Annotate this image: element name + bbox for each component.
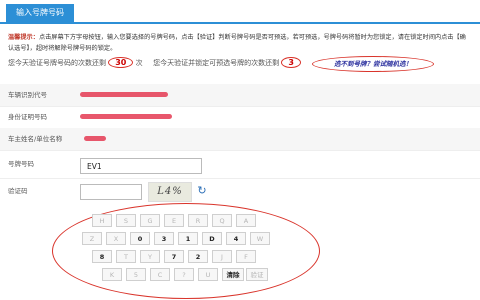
- id-redacted: [80, 114, 172, 119]
- notice-lead: 温馨提示：: [8, 34, 39, 41]
- keypad-key[interactable]: Q: [212, 214, 232, 227]
- captcha-image: L4%: [148, 182, 192, 202]
- captcha-label: 验证码: [8, 187, 28, 195]
- verify-count-prefix: 您今天验证号牌号码的次数还剩: [8, 58, 106, 67]
- tab-plate-input[interactable]: 输入号牌号码: [6, 4, 74, 22]
- keypad-key[interactable]: Y: [140, 250, 160, 263]
- plate-row: 号牌号码: [0, 150, 480, 179]
- owner-label: 车主姓名/单位名称: [8, 135, 63, 143]
- vin-row: 车辆识别代号: [0, 84, 480, 107]
- keypad-key[interactable]: 验证: [246, 268, 268, 281]
- keypad-key[interactable]: D: [202, 232, 222, 245]
- keypad-key[interactable]: 8: [92, 250, 112, 263]
- notice-body: 点击屏幕下方字母按钮，输入您要选择的号牌号码，点击【验证】判断号牌号码是否可预选…: [8, 34, 466, 52]
- keypad-key[interactable]: J: [212, 250, 232, 263]
- keypad-key[interactable]: 清除: [222, 268, 244, 281]
- keypad-key[interactable]: 5: [126, 268, 146, 281]
- id-label: 身份证明号码: [8, 113, 47, 121]
- keypad-key[interactable]: X: [106, 232, 126, 245]
- id-row: 身份证明号码: [0, 106, 480, 129]
- keypad-key[interactable]: E: [164, 214, 184, 227]
- refresh-icon[interactable]: ↻: [196, 185, 208, 197]
- lock-count-prefix: 您今天验证并锁定可预选号牌的次数还剩: [153, 58, 280, 67]
- keypad-key[interactable]: 4: [226, 232, 246, 245]
- keypad-key[interactable]: Z: [82, 232, 102, 245]
- keypad-key[interactable]: 0: [130, 232, 150, 245]
- keypad-key[interactable]: C: [150, 268, 170, 281]
- plate-number-input[interactable]: EV1: [80, 158, 202, 174]
- keypad-key[interactable]: 2: [188, 250, 208, 263]
- plate-label: 号牌号码: [8, 160, 34, 168]
- keypad-key[interactable]: W: [250, 232, 270, 245]
- keypad-key[interactable]: 7: [164, 250, 184, 263]
- keypad-key[interactable]: R: [188, 214, 208, 227]
- keypad-key[interactable]: 1: [178, 232, 198, 245]
- verify-count-value: 30: [108, 57, 134, 68]
- verify-count-suffix: 次: [135, 58, 143, 67]
- keypad-key[interactable]: U: [198, 268, 218, 281]
- page-header: 输入号牌号码: [0, 0, 480, 24]
- keypad-key[interactable]: S: [116, 214, 136, 227]
- keypad-key[interactable]: F: [236, 250, 256, 263]
- owner-redacted: [84, 136, 106, 141]
- notice-text: 温馨提示：点击屏幕下方字母按钮，输入您要选择的号牌号码，点击【验证】判断号牌号码…: [8, 32, 472, 54]
- captcha-input[interactable]: [80, 184, 142, 200]
- keypad-key[interactable]: K: [102, 268, 122, 281]
- random-select-banner[interactable]: 选不到号牌？尝试随机选！: [312, 56, 434, 72]
- vin-redacted: [80, 92, 168, 97]
- keypad-key[interactable]: A: [236, 214, 256, 227]
- keypad-key[interactable]: G: [140, 214, 160, 227]
- vin-label: 车辆识别代号: [8, 91, 47, 99]
- keypad-key[interactable]: 3: [154, 232, 174, 245]
- keypad-key[interactable]: H: [92, 214, 112, 227]
- keypad-key[interactable]: T: [116, 250, 136, 263]
- keypad-key[interactable]: ?: [174, 268, 194, 281]
- owner-row: 车主姓名/单位名称: [0, 128, 480, 151]
- lock-count-value: 3: [281, 57, 301, 68]
